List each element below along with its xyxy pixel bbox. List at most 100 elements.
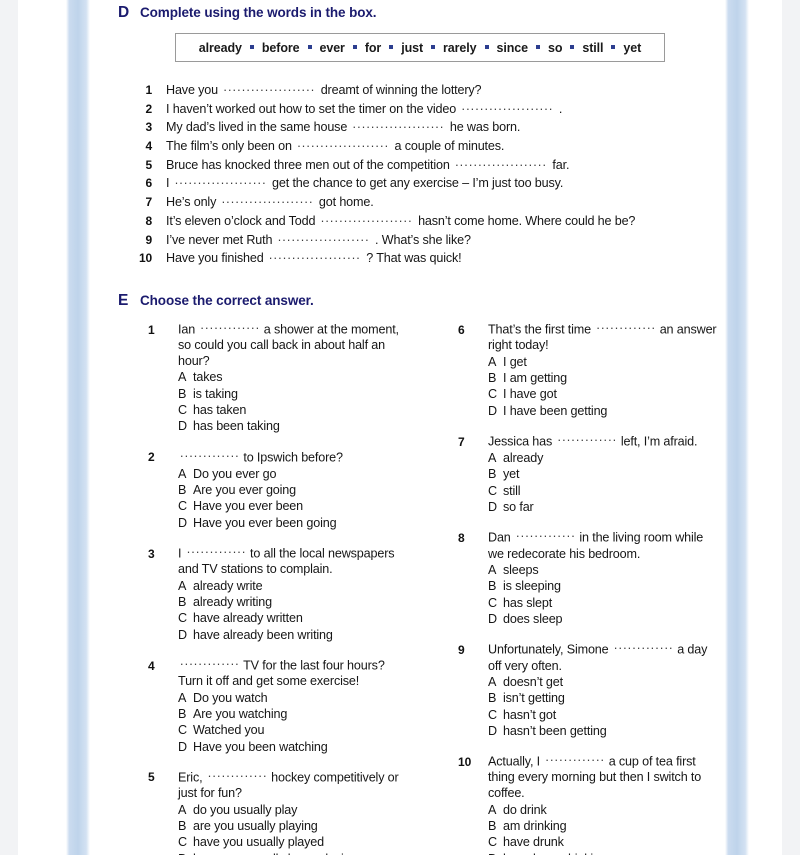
answer-option[interactable]: Ado drink bbox=[488, 802, 758, 818]
answer-option[interactable]: Dso far bbox=[488, 499, 758, 515]
gap-fill-item: 2 I haven’t worked out how to set the tim… bbox=[136, 99, 736, 118]
answer-option[interactable]: Aalready bbox=[488, 450, 758, 466]
answer-option[interactable]: Chas taken bbox=[178, 402, 448, 418]
answer-option[interactable]: C Watched you bbox=[178, 722, 448, 738]
answer-option[interactable]: Dhave been drinking bbox=[488, 851, 758, 855]
option-text: am drinking bbox=[503, 818, 567, 833]
word-bank-word: before bbox=[261, 40, 300, 55]
option-list: Atakes Bis taking Chas taken Dhas been taki… bbox=[178, 369, 448, 434]
answer-option[interactable]: Dhave you usually been playing bbox=[178, 851, 448, 855]
item-sentence: Have you finished ......................… bbox=[166, 248, 462, 265]
answer-blank[interactable]: .......................... bbox=[180, 654, 238, 670]
answer-option[interactable]: Chas slept bbox=[488, 595, 758, 611]
word-separator-dot bbox=[249, 44, 254, 49]
answer-blank[interactable]: .......................... bbox=[180, 446, 238, 462]
option-text: have been drinking bbox=[503, 851, 607, 855]
answer-option[interactable]: Chave you usually played bbox=[178, 834, 448, 850]
word-bank-word: so bbox=[547, 40, 563, 55]
question-head: 5 Eric, .......................... hockey… bbox=[148, 766, 448, 802]
answer-blank[interactable]: .......................... bbox=[175, 173, 267, 187]
item-number: 10 bbox=[138, 251, 152, 266]
answer-blank[interactable]: .......................... bbox=[614, 638, 672, 654]
word-separator-dot bbox=[352, 44, 357, 49]
answer-blank[interactable]: .......................... bbox=[461, 99, 553, 113]
answer-option[interactable]: A Do you ever go bbox=[178, 466, 448, 482]
option-letter: D bbox=[178, 515, 187, 530]
answer-blank[interactable]: .......................... bbox=[353, 117, 445, 131]
answer-option[interactable]: B Are you watching bbox=[178, 706, 448, 722]
option-text: does sleep bbox=[503, 612, 563, 627]
answer-option[interactable]: Adoesn’t get bbox=[488, 674, 758, 690]
answer-blank[interactable]: .......................... bbox=[297, 136, 389, 150]
question-head: 6 That’s the first time .................… bbox=[458, 318, 758, 354]
answer-option[interactable]: Aalready write bbox=[178, 578, 448, 594]
question-stem: I .......................... to all the … bbox=[178, 542, 410, 578]
answer-option[interactable]: Byet bbox=[488, 466, 758, 482]
question-head: 1 Ian .......................... a shower… bbox=[148, 318, 448, 369]
answer-option[interactable]: Bisn’t getting bbox=[488, 690, 758, 706]
answer-option[interactable]: Bare you usually playing bbox=[178, 818, 448, 834]
word-separator-dot bbox=[484, 44, 489, 49]
answer-blank[interactable]: .......................... bbox=[321, 211, 413, 225]
sentence-text-before: He’s only bbox=[166, 195, 220, 210]
question-stem: Ian .......................... a shower … bbox=[178, 318, 410, 369]
answer-option[interactable]: Bis sleeping bbox=[488, 578, 758, 594]
question-number: 8 bbox=[458, 530, 465, 545]
answer-option[interactable]: Ado you usually play bbox=[178, 802, 448, 818]
answer-blank[interactable]: .......................... bbox=[516, 526, 574, 542]
multiple-choice-question: 7 Jessica has .......................... … bbox=[458, 430, 758, 515]
question-number: 5 bbox=[148, 770, 155, 785]
answer-blank[interactable]: .......................... bbox=[200, 318, 258, 334]
answer-option[interactable]: Chave drunk bbox=[488, 834, 758, 850]
answer-blank[interactable]: .......................... bbox=[269, 248, 361, 262]
answer-blank[interactable]: .......................... bbox=[223, 80, 315, 94]
sentence-text-before: I haven’t worked out how to set the time… bbox=[166, 101, 460, 116]
answer-blank[interactable]: .......................... bbox=[596, 318, 654, 334]
option-text: have already written bbox=[193, 611, 303, 626]
word-separator-dot bbox=[389, 44, 394, 49]
answer-option[interactable]: D Have you ever been going bbox=[178, 515, 448, 531]
answer-option[interactable]: A I get bbox=[488, 354, 758, 370]
worksheet-page: D Complete using the words in the box. a… bbox=[18, 0, 782, 855]
answer-blank[interactable]: .......................... bbox=[222, 192, 314, 206]
answer-option[interactable]: Bam drinking bbox=[488, 818, 758, 834]
answer-blank[interactable]: .......................... bbox=[455, 155, 547, 169]
word-separator-dot bbox=[307, 44, 312, 49]
answer-option[interactable]: Cstill bbox=[488, 483, 758, 499]
answer-option[interactable]: Dhas been taking bbox=[178, 418, 448, 434]
multiple-choice-question: 5 Eric, .......................... hockey… bbox=[148, 766, 448, 855]
answer-option[interactable]: Balready writing bbox=[178, 594, 448, 610]
sentence-text-before: My dad’s lived in the same house bbox=[166, 120, 351, 135]
answer-blank[interactable]: .......................... bbox=[208, 766, 266, 782]
answer-option[interactable]: C I have got bbox=[488, 386, 758, 402]
answer-option[interactable]: Asleeps bbox=[488, 562, 758, 578]
answer-option[interactable]: B I am getting bbox=[488, 370, 758, 386]
answer-option[interactable]: C Have you ever been bbox=[178, 498, 448, 514]
answer-blank[interactable]: .......................... bbox=[545, 750, 603, 766]
answer-option[interactable]: Dhasn’t been getting bbox=[488, 723, 758, 739]
answer-option[interactable]: Ddoes sleep bbox=[488, 611, 758, 627]
answer-blank[interactable]: .......................... bbox=[278, 230, 370, 244]
answer-option[interactable]: Dhave already been writing bbox=[178, 627, 448, 643]
answer-option[interactable]: D I have been getting bbox=[488, 403, 758, 419]
item-number: 9 bbox=[145, 232, 152, 247]
answer-option[interactable]: Chave already written bbox=[178, 610, 448, 626]
answer-blank[interactable]: .......................... bbox=[187, 542, 245, 558]
answer-option[interactable]: Atakes bbox=[178, 369, 448, 385]
answer-blank[interactable]: .......................... bbox=[558, 430, 616, 446]
answer-option[interactable]: Bis taking bbox=[178, 386, 448, 402]
section-d-letter: D bbox=[118, 4, 130, 21]
answer-option[interactable]: Chasn’t got bbox=[488, 707, 758, 723]
answer-option[interactable]: B Are you ever going bbox=[178, 482, 448, 498]
sentence-text-after: dreamt of winning the lottery? bbox=[317, 83, 482, 97]
gap-fill-item: 9 I’ve never met Ruth ...................… bbox=[136, 230, 736, 249]
question-stem: Actually, I .......................... a… bbox=[488, 750, 720, 801]
answer-option[interactable]: D Have you been watching bbox=[178, 739, 448, 755]
sentence-text-before: Bruce has knocked three men out of the c… bbox=[166, 157, 454, 172]
answer-option[interactable]: A Do you watch bbox=[178, 690, 448, 706]
option-letter: C bbox=[488, 707, 497, 722]
option-text: takes bbox=[193, 370, 223, 385]
section-e-header: E Choose the correct answer. bbox=[118, 292, 314, 310]
item-sentence: The film’s only been on ................… bbox=[166, 136, 504, 153]
question-stem: .......................... to Ipswich be… bbox=[178, 446, 410, 466]
